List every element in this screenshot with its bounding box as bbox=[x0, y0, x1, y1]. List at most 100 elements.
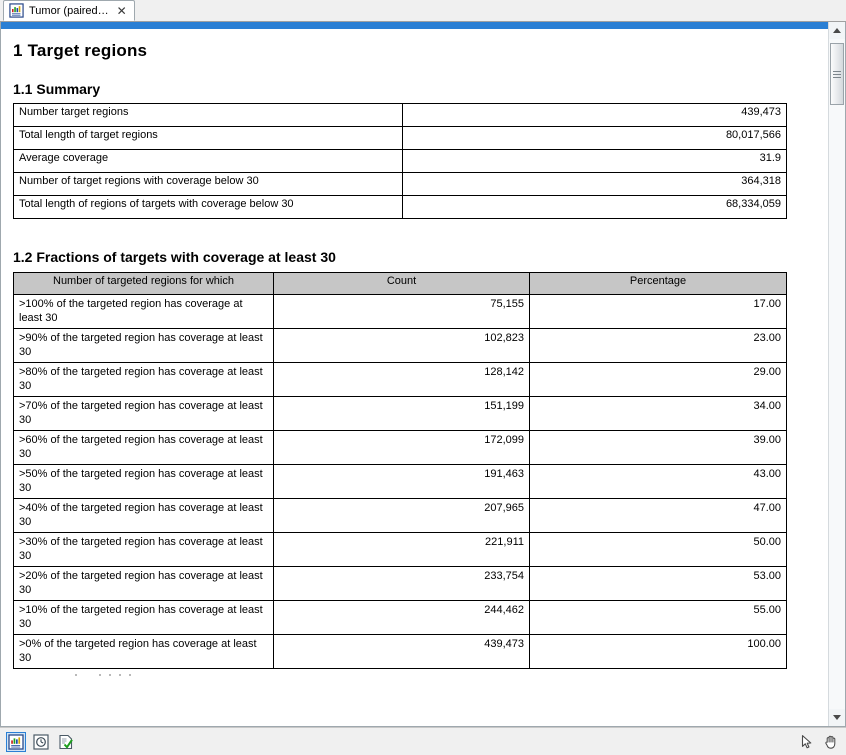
section-1-heading: 1 Target regions bbox=[13, 41, 818, 61]
report-window: Tumor (paired… ✕ 1 Target regions 1.1 Su… bbox=[0, 0, 846, 755]
fraction-count: 244,462 bbox=[274, 601, 530, 635]
fraction-label: >20% of the targeted region has coverage… bbox=[14, 567, 274, 601]
fraction-label: >70% of the targeted region has coverage… bbox=[14, 397, 274, 431]
tab-strip-filler bbox=[135, 0, 846, 21]
fraction-label: >30% of the targeted region has coverage… bbox=[14, 533, 274, 567]
fraction-label: >10% of the targeted region has coverage… bbox=[14, 601, 274, 635]
table-row: Total length of target regions 80,017,56… bbox=[14, 127, 787, 150]
table-row: >40% of the targeted region has coverage… bbox=[14, 499, 787, 533]
summary-value: 439,473 bbox=[403, 104, 787, 127]
clipped-next-row bbox=[13, 669, 787, 683]
summary-label: Total length of regions of targets with … bbox=[14, 196, 403, 219]
hand-icon bbox=[823, 734, 839, 750]
vertical-scrollbar[interactable] bbox=[828, 22, 845, 726]
fractions-table: Number of targeted regions for which Cou… bbox=[13, 272, 787, 669]
table-row: >20% of the targeted region has coverage… bbox=[14, 567, 787, 601]
fraction-label: >0% of the targeted region has coverage … bbox=[14, 635, 274, 669]
fraction-label: >60% of the targeted region has coverage… bbox=[14, 431, 274, 465]
scroll-down-button[interactable] bbox=[829, 709, 845, 726]
fraction-percentage: 17.00 bbox=[530, 295, 787, 329]
table-row: Total length of regions of targets with … bbox=[14, 196, 787, 219]
fraction-percentage: 34.00 bbox=[530, 397, 787, 431]
table-row: >60% of the targeted region has coverage… bbox=[14, 431, 787, 465]
summary-label: Total length of target regions bbox=[14, 127, 403, 150]
tab-title: Tumor (paired… bbox=[29, 5, 109, 17]
fraction-label: >50% of the targeted region has coverage… bbox=[14, 465, 274, 499]
fraction-percentage: 23.00 bbox=[530, 329, 787, 363]
fraction-percentage: 100.00 bbox=[530, 635, 787, 669]
table-row: >80% of the targeted region has coverage… bbox=[14, 363, 787, 397]
table-row: >70% of the targeted region has coverage… bbox=[14, 397, 787, 431]
summary-value: 68,334,059 bbox=[403, 196, 787, 219]
column-header-count: Count bbox=[274, 273, 530, 295]
fraction-count: 151,199 bbox=[274, 397, 530, 431]
fraction-percentage: 53.00 bbox=[530, 567, 787, 601]
fraction-count: 221,911 bbox=[274, 533, 530, 567]
history-view-button[interactable] bbox=[31, 732, 51, 752]
summary-label: Number of target regions with coverage b… bbox=[14, 173, 403, 196]
chevron-down-icon bbox=[833, 715, 841, 720]
table-row: >90% of the targeted region has coverage… bbox=[14, 329, 787, 363]
report-body: 1 Target regions 1.1 Summary Number targ… bbox=[1, 29, 828, 683]
summary-label: Average coverage bbox=[14, 150, 403, 173]
table-row: >100% of the targeted region has coverag… bbox=[14, 295, 787, 329]
scroll-up-button[interactable] bbox=[829, 22, 845, 39]
report-view-button[interactable] bbox=[6, 732, 26, 752]
fractions-table-head: Number of targeted regions for which Cou… bbox=[14, 273, 787, 295]
element-info-button[interactable] bbox=[56, 732, 76, 752]
table-row: >50% of the targeted region has coverage… bbox=[14, 465, 787, 499]
summary-label: Number target regions bbox=[14, 104, 403, 127]
interaction-mode-group bbox=[796, 732, 842, 752]
column-header-regions: Number of targeted regions for which bbox=[14, 273, 274, 295]
summary-value: 31.9 bbox=[403, 150, 787, 173]
table-header-row: Number of targeted regions for which Cou… bbox=[14, 273, 787, 295]
report-icon bbox=[8, 734, 24, 750]
view-tool-group bbox=[6, 732, 76, 752]
table-row: >0% of the targeted region has coverage … bbox=[14, 635, 787, 669]
fraction-count: 128,142 bbox=[274, 363, 530, 397]
content-area: 1 Target regions 1.1 Summary Number targ… bbox=[0, 22, 846, 727]
status-bar bbox=[0, 727, 846, 755]
fraction-label: >90% of the targeted region has coverage… bbox=[14, 329, 274, 363]
chevron-up-icon bbox=[833, 28, 841, 33]
fraction-label: >100% of the targeted region has coverag… bbox=[14, 295, 274, 329]
fraction-label: >80% of the targeted region has coverage… bbox=[14, 363, 274, 397]
clock-icon bbox=[33, 734, 49, 750]
pan-mode-button[interactable] bbox=[820, 732, 842, 752]
table-row: Average coverage 31.9 bbox=[14, 150, 787, 173]
fraction-percentage: 47.00 bbox=[530, 499, 787, 533]
report-document-pane[interactable]: 1 Target regions 1.1 Summary Number targ… bbox=[1, 22, 828, 726]
fraction-count: 233,754 bbox=[274, 567, 530, 601]
tab-tumor-paired[interactable]: Tumor (paired… ✕ bbox=[3, 0, 135, 21]
fractions-table-body: >100% of the targeted region has coverag… bbox=[14, 295, 787, 669]
table-row: >10% of the targeted region has coverage… bbox=[14, 601, 787, 635]
summary-value: 80,017,566 bbox=[403, 127, 787, 150]
section-1-1-heading: 1.1 Summary bbox=[13, 81, 818, 97]
grip-lines-icon bbox=[833, 69, 841, 80]
section-1-2-heading: 1.2 Fractions of targets with coverage a… bbox=[13, 249, 818, 265]
tab-strip: Tumor (paired… ✕ bbox=[0, 0, 846, 22]
focus-highlight-bar bbox=[1, 22, 828, 29]
fraction-percentage: 43.00 bbox=[530, 465, 787, 499]
fraction-count: 207,965 bbox=[274, 499, 530, 533]
report-icon bbox=[9, 3, 24, 18]
fraction-count: 439,473 bbox=[274, 635, 530, 669]
column-header-percentage: Percentage bbox=[530, 273, 787, 295]
selection-mode-button[interactable] bbox=[796, 732, 818, 752]
fraction-percentage: 50.00 bbox=[530, 533, 787, 567]
fraction-percentage: 39.00 bbox=[530, 431, 787, 465]
fraction-count: 75,155 bbox=[274, 295, 530, 329]
scroll-track[interactable] bbox=[829, 39, 845, 709]
fraction-count: 172,099 bbox=[274, 431, 530, 465]
table-row: Number of target regions with coverage b… bbox=[14, 173, 787, 196]
cursor-arrow-icon bbox=[799, 734, 815, 750]
summary-table-body: Number target regions 439,473 Total leng… bbox=[14, 104, 787, 219]
fraction-label: >40% of the targeted region has coverage… bbox=[14, 499, 274, 533]
report-icon-svg bbox=[9, 3, 24, 18]
scroll-thumb[interactable] bbox=[830, 43, 844, 105]
close-icon[interactable]: ✕ bbox=[114, 6, 127, 16]
summary-value: 364,318 bbox=[403, 173, 787, 196]
fraction-percentage: 55.00 bbox=[530, 601, 787, 635]
fraction-count: 102,823 bbox=[274, 329, 530, 363]
document-check-icon bbox=[58, 734, 74, 750]
